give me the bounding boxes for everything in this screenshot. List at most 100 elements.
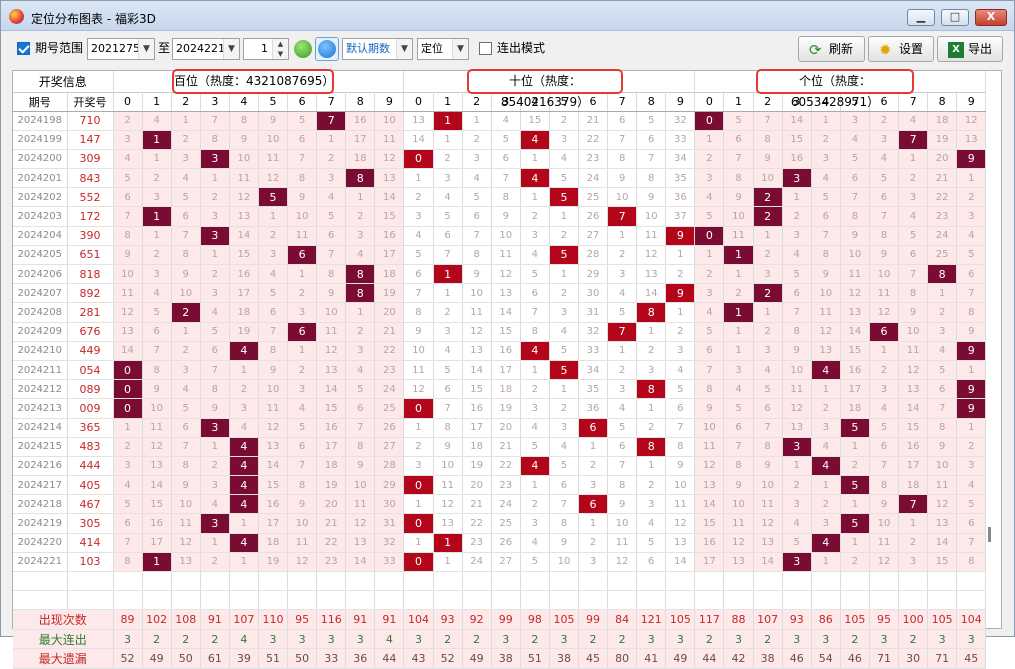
hit-cell: 6 xyxy=(869,322,900,342)
omission-cell: 4 xyxy=(927,341,958,361)
table-row[interactable]: 2024221 103 8 1 13 2 1 19 12 23 14 33 0 1 24 27 5 10 3 12 6 1… xyxy=(13,552,987,573)
to-period-select[interactable]: 2024221 ▼ xyxy=(172,38,240,60)
scrollbar-thumb[interactable] xyxy=(988,527,991,542)
empty-cell xyxy=(898,571,929,592)
omission-cell: 5 xyxy=(665,379,696,400)
empty-cell xyxy=(665,571,696,592)
omission-cell: 10 xyxy=(898,322,929,342)
stat-value: 4 xyxy=(374,629,405,650)
distribution-grid[interactable]: 开奖信息期号开奖号0123456789012345678901234567892… xyxy=(12,69,1002,669)
table-row[interactable]: 2024198 710 2 4 1 7 8 9 5 7 16 10 13 1 1 4 15 2 21 6 5 32 0 5 7 1… xyxy=(13,111,987,131)
hit-cell: 3 xyxy=(200,149,230,170)
app-icon xyxy=(9,9,24,24)
hit-cell: 4 xyxy=(520,130,550,150)
omission-cell: 3 xyxy=(520,398,550,419)
omission-cell: 8 xyxy=(956,302,987,323)
omission-cell: 3 xyxy=(549,302,580,323)
consecutive-mode-checkbox[interactable] xyxy=(479,42,492,55)
stat-row: 最大遗漏 52 49 50 61 39 51 50 33 36 44 43 52 49 38 51 38 45 80… xyxy=(13,648,987,669)
table-row[interactable]: 2024209 676 13 6 1 5 19 7 6 11 2 21 9 3 12 15 8 4 32 7 1 2 5 1 2… xyxy=(13,322,987,342)
omission-cell: 8 xyxy=(782,322,812,342)
omission-cell: 1 xyxy=(723,264,754,285)
omission-cell: 1 xyxy=(811,379,841,400)
omission-cell: 12 xyxy=(753,513,783,534)
table-row[interactable]: 2024216 444 3 13 8 2 4 14 7 18 9 28 3 10 19 22 4 5 2 7 1 9 12 8… xyxy=(13,456,987,477)
empty-cell xyxy=(869,590,900,611)
omission-cell: 1 xyxy=(956,418,987,438)
consecutive-mode-label: 连出模式 xyxy=(497,41,546,55)
winning-number-cell: 305 xyxy=(67,513,114,534)
table-row[interactable]: 2024205 651 9 2 8 1 15 3 6 7 4 17 5 7 8 11 4 5 28 2 12 1 1 1 2 4 8… xyxy=(13,245,987,266)
omission-cell: 1 xyxy=(753,302,783,323)
omission-cell: 12 xyxy=(782,398,812,419)
omission-cell: 11 xyxy=(316,322,347,342)
spinner-icon[interactable]: ▲ ▼ xyxy=(272,39,288,59)
omission-cell: 7 xyxy=(171,437,201,457)
table-row[interactable]: 2024200 309 4 1 3 3 10 11 7 2 18 12 0 2 3 6 1 4 23 8 7 34 2 7 9 1… xyxy=(13,149,987,170)
table-row[interactable]: 2024211 054 0 8 3 7 1 9 2 13 4 23 11 5 14 17 1 5 34 2 3 4 7 3 4 1… xyxy=(13,360,987,381)
stat-value: 3 xyxy=(956,629,987,650)
omission-cell: 15 xyxy=(840,341,870,361)
omission-cell: 1 xyxy=(811,475,841,496)
table-row[interactable]: 2024213 009 0 10 5 9 3 11 4 15 6 25 0 7 16 19 3 2 36 4 1 6 9 5 6… xyxy=(13,398,987,419)
table-row[interactable]: 2024207 892 11 4 10 3 17 5 2 9 8 19 7 1 10 13 6 2 30 4 14 9 3 2… xyxy=(13,283,987,304)
table-row[interactable]: 2024218 467 5 15 10 4 4 16 9 20 11 30 1 12 21 24 2 7 6 9 3 11… xyxy=(13,494,987,515)
omission-cell: 11 xyxy=(927,475,958,496)
omission-cell: 11 xyxy=(345,494,376,515)
omission-cell: 1 xyxy=(549,264,580,285)
default-periods-select[interactable]: 默认期数 ▼ xyxy=(342,38,413,60)
settings-button[interactable]: ✹ 设置 xyxy=(868,36,934,62)
empty-cell xyxy=(811,590,841,611)
omission-cell: 22 xyxy=(462,513,492,534)
table-row[interactable]: 2024201 843 5 2 4 1 11 12 8 3 8 13 1 3 4 7 4 5 24 9 8 35 3 8 10 3… xyxy=(13,168,987,189)
hit-cell: 0 xyxy=(403,552,434,573)
table-row[interactable]: 2024214 365 1 11 6 3 4 12 5 16 7 26 1 8 17 20 4 3 6 5 2 7 10 6 7… xyxy=(13,418,987,438)
close-button[interactable]: X xyxy=(975,9,1007,26)
omission-cell: 9 xyxy=(811,264,841,285)
hit-cell: 2 xyxy=(753,187,783,208)
table-row[interactable]: 2024199 147 3 1 2 8 9 10 6 1 17 11 14 1 2 5 4 3 22 7 6 33 1 6 8 1… xyxy=(13,130,987,150)
position-select[interactable]: 定位 ▼ xyxy=(417,38,469,60)
omission-cell: 12 xyxy=(345,513,376,534)
minimize-button[interactable]: ▁ xyxy=(907,9,935,26)
omission-cell: 1 xyxy=(840,494,870,515)
omission-cell: 1 xyxy=(200,437,230,457)
omission-cell: 17 xyxy=(374,245,405,266)
omission-cell: 3 xyxy=(782,226,812,246)
winning-number-cell: 552 xyxy=(67,187,114,208)
omission-cell: 16 xyxy=(840,360,870,381)
omission-cell: 21 xyxy=(374,322,405,342)
table-row[interactable]: 2024212 089 0 9 4 8 2 10 3 14 5 24 12 6 15 18 2 1 35 3 8 5 8 4 5… xyxy=(13,379,987,400)
omission-cell: 10 xyxy=(287,513,318,534)
stat-value: 2 xyxy=(753,629,783,650)
omission-cell: 12 xyxy=(258,418,289,438)
stat-value: 51 xyxy=(258,648,289,669)
omission-cell: 13 xyxy=(258,437,289,457)
table-row[interactable]: 2024203 172 7 1 6 3 13 1 10 5 2 15 3 5 6 9 2 1 26 7 10 37 5 10 2… xyxy=(13,206,987,227)
table-row[interactable]: 2024215 483 2 12 7 1 4 13 6 17 8 27 2 9 18 21 5 4 1 6 8 8 11 7 8… xyxy=(13,437,987,457)
table-row[interactable]: 2024219 305 6 16 11 3 1 17 10 21 12 31 0 13 22 25 3 8 1 10 4… xyxy=(13,513,987,534)
empty-cell xyxy=(723,590,754,611)
go-up-button[interactable] xyxy=(315,37,339,61)
table-row[interactable]: 2024210 449 14 7 2 6 4 8 1 12 3 22 10 4 13 16 4 5 33 1 2 3 6 1 3… xyxy=(13,341,987,361)
table-row[interactable]: 2024206 818 10 3 9 2 16 4 1 8 8 18 6 1 9 12 5 1 29 3 13 2 2 1 3 5… xyxy=(13,264,987,285)
period-range-checkbox[interactable] xyxy=(17,42,30,55)
hit-cell: 7 xyxy=(898,130,929,150)
period-cell: 2024203 xyxy=(13,206,68,227)
stat-value: 50 xyxy=(171,648,201,669)
maximize-button[interactable]: □ xyxy=(941,9,969,26)
from-period-select[interactable]: 2021275 ▼ xyxy=(87,38,155,60)
table-row[interactable]: 2024217 405 4 14 9 3 4 15 8 19 10 29 0 11 20 23 1 6 3 8 2 10 1… xyxy=(13,475,987,496)
hit-cell: 6 xyxy=(287,245,318,266)
table-row[interactable]: 2024204 390 8 1 7 3 14 2 11 6 3 16 4 6 7 10 3 2 27 1 11 9 0 11 1… xyxy=(13,226,987,246)
table-row[interactable]: 2024202 552 6 3 5 2 12 5 9 4 1 14 2 4 5 8 1 5 25 10 9 36 4 9 2 1 5… xyxy=(13,187,987,208)
omission-cell: 1 xyxy=(840,533,870,553)
export-button[interactable]: X 导出 xyxy=(937,36,1003,62)
step-input[interactable]: 1 ▲ ▼ xyxy=(243,38,289,60)
omission-cell: 24 xyxy=(491,494,521,515)
refresh-button[interactable]: ⟳ 刷新 xyxy=(798,36,865,62)
table-row[interactable]: 2024208 281 12 5 2 4 18 6 3 10 1 20 8 2 11 14 7 3 31 5 8 1 4 1 1… xyxy=(13,302,987,323)
go-down-icon[interactable] xyxy=(294,40,312,58)
table-row[interactable]: 2024220 414 7 17 12 1 4 18 11 22 13 32 1 1 23 26 4 9 2 11 5 1… xyxy=(13,533,987,553)
stat-value: 3 xyxy=(258,629,289,650)
